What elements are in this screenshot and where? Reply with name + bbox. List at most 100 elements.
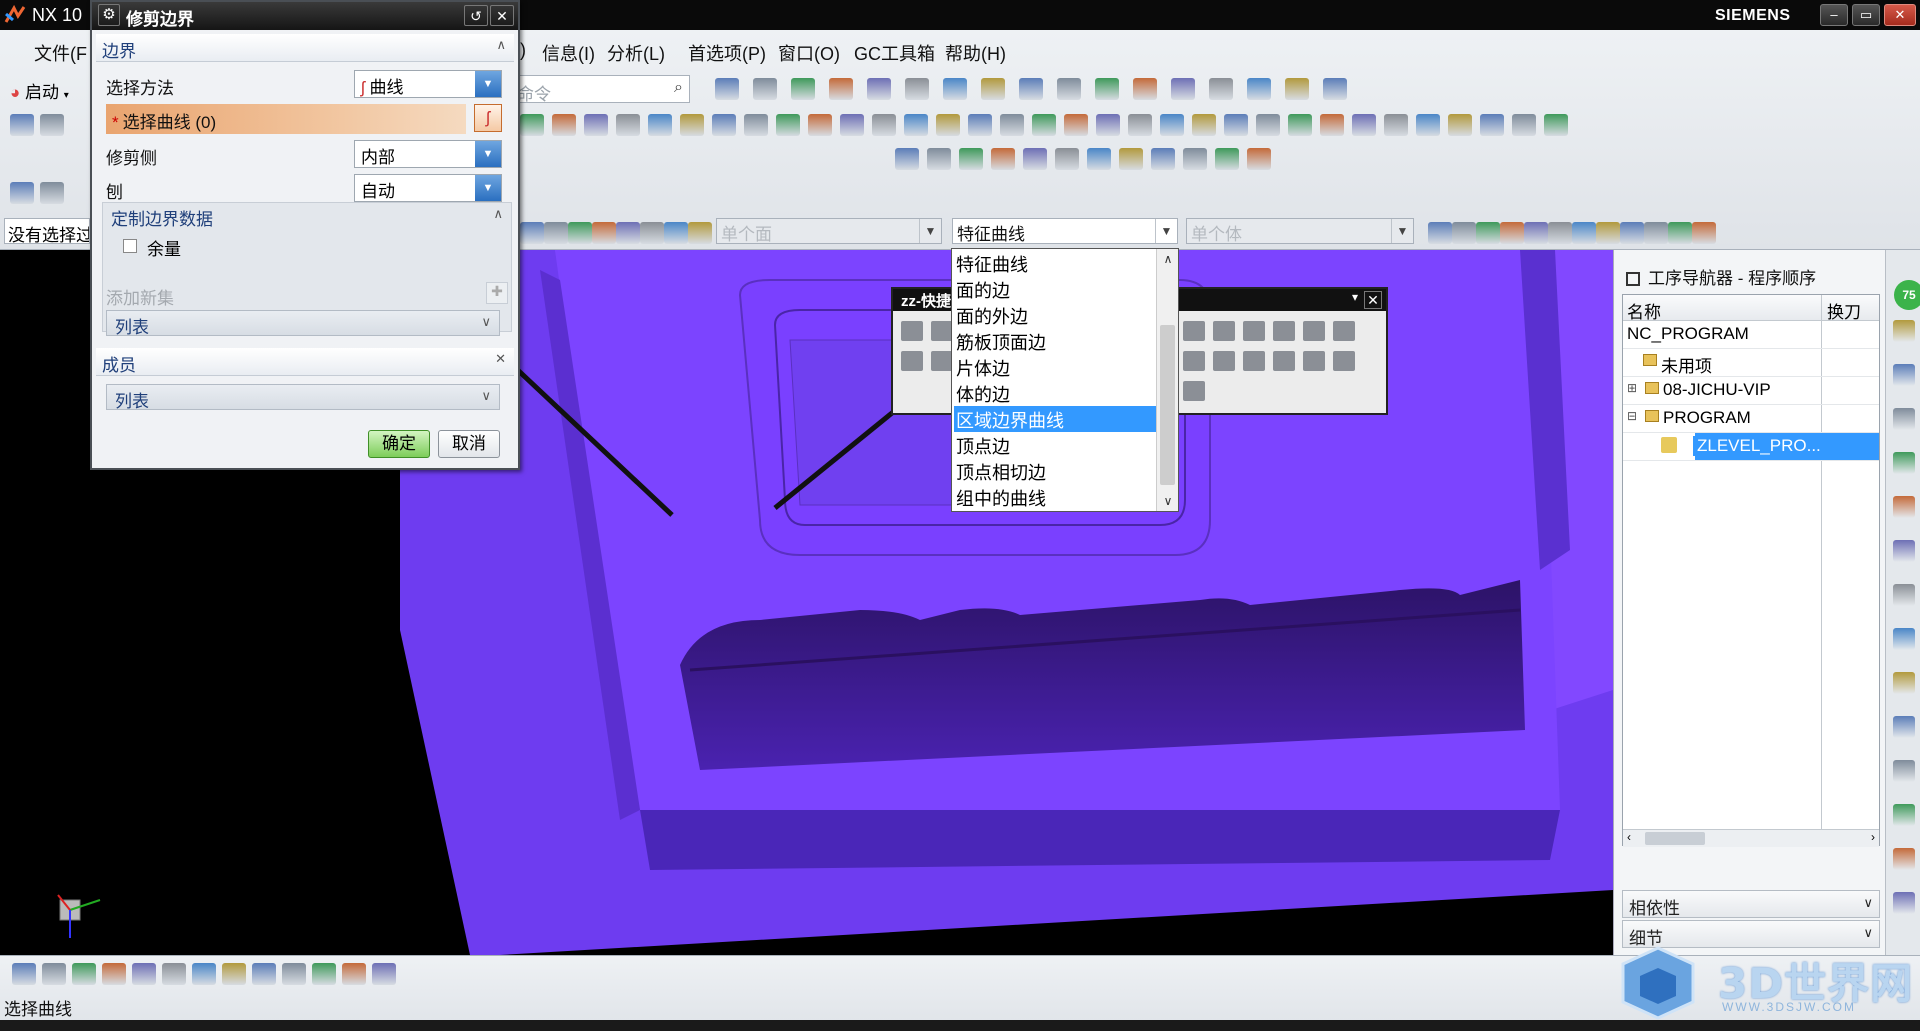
quick-pick-icon[interactable] xyxy=(901,351,923,371)
curve-rule-dropdown-list[interactable]: 特征曲线 面的边 面的外边 筋板顶面边 片体边 体的边 区域边界曲线 顶点边 顶点相切边 组中的曲… xyxy=(951,248,1179,512)
quick-pick-icon[interactable] xyxy=(901,321,923,341)
resource-bar-icon[interactable] xyxy=(1893,364,1915,386)
toolbar-tool-icon[interactable] xyxy=(753,78,777,100)
toolbar-tool-icon[interactable] xyxy=(1448,114,1472,136)
toolbar-tool-icon[interactable] xyxy=(1151,148,1175,170)
resource-bar-icon[interactable] xyxy=(1893,760,1915,782)
toolbar-tool-icon[interactable] xyxy=(1512,114,1536,136)
toolbar-tool-icon[interactable] xyxy=(1000,114,1024,136)
toolbar-tool-icon[interactable] xyxy=(10,182,34,204)
toolbar-tool-icon[interactable] xyxy=(872,114,896,136)
col-name-header[interactable]: 名称 xyxy=(1627,298,1661,323)
quick-pick-icon[interactable] xyxy=(1333,351,1355,371)
curve-rule-option[interactable]: 区域边界曲线 xyxy=(954,406,1156,432)
toolbar-tool-icon[interactable] xyxy=(680,114,704,136)
menu-preferences[interactable]: 首选项(P) xyxy=(688,40,766,66)
bottom-toolbar-icon[interactable] xyxy=(162,963,186,985)
resource-bar-icon[interactable] xyxy=(1893,892,1915,914)
selection-tool-icon[interactable] xyxy=(1620,222,1644,244)
toolbar-tool-icon[interactable] xyxy=(991,148,1015,170)
quick-pick-icon[interactable] xyxy=(1243,321,1265,341)
toolbar-tool-icon[interactable] xyxy=(905,78,929,100)
toolbar-tool-icon[interactable] xyxy=(1032,114,1056,136)
bottom-toolbar-icon[interactable] xyxy=(312,963,336,985)
curve-rule-option[interactable]: 顶点边 xyxy=(954,432,1156,458)
selection-tool-icon[interactable] xyxy=(1476,222,1500,244)
toolbar-tool-icon[interactable] xyxy=(715,78,739,100)
toolbar-tool-icon[interactable] xyxy=(1384,114,1408,136)
toolbar-tool-icon[interactable] xyxy=(1087,148,1111,170)
toolbar-tool-icon[interactable] xyxy=(40,114,64,136)
selection-tool-icon[interactable] xyxy=(1548,222,1572,244)
bottom-toolbar-icon[interactable] xyxy=(192,963,216,985)
quick-pick-icon[interactable] xyxy=(931,351,953,371)
toolbar-tool-icon[interactable] xyxy=(829,78,853,100)
dropdown-scrollbar[interactable]: ∧ ∨ xyxy=(1156,249,1178,511)
selection-tool-icon[interactable] xyxy=(616,222,640,244)
resource-bar-icon[interactable] xyxy=(1893,452,1915,474)
toolbar-tool-icon[interactable] xyxy=(1133,78,1157,100)
toolbar-tool-icon[interactable] xyxy=(1544,114,1568,136)
face-rule-combo[interactable]: 单个面 ▼ xyxy=(716,218,942,244)
select-curve-row[interactable]: * 选择曲线 (0) xyxy=(106,104,466,134)
menu-window[interactable]: 窗口(O) xyxy=(778,40,840,66)
selection-tool-icon[interactable] xyxy=(568,222,592,244)
toolbar-tool-icon[interactable] xyxy=(927,148,951,170)
quick-pick-icon[interactable] xyxy=(1183,321,1205,341)
selection-tool-icon[interactable] xyxy=(1596,222,1620,244)
tree-row-nc-program[interactable]: NC_PROGRAM xyxy=(1623,321,1879,349)
custom-boundary-header[interactable]: 定制边界数据 ∧ xyxy=(103,203,511,229)
stock-checkbox[interactable] xyxy=(123,239,137,253)
toolbar-tool-icon[interactable] xyxy=(959,148,983,170)
curve-rule-combo[interactable]: 特征曲线 ▼ xyxy=(952,218,1178,244)
ok-button[interactable]: 确定 xyxy=(368,430,430,458)
selection-filter-combo[interactable]: 没有选择过滤器 xyxy=(4,218,90,244)
toolbar-tool-icon[interactable] xyxy=(936,114,960,136)
toolbar-tool-icon[interactable] xyxy=(1023,148,1047,170)
curve-rule-option[interactable]: 筋板顶面边 xyxy=(954,328,1156,354)
quick-pick-icon[interactable] xyxy=(1273,351,1295,371)
plane-combo[interactable]: 自动 ▼ xyxy=(354,174,502,202)
toolbar-tool-icon[interactable] xyxy=(1247,148,1271,170)
add-set-icon[interactable]: ✚ xyxy=(486,282,508,304)
toolbar-tool-icon[interactable] xyxy=(1224,114,1248,136)
toolbar-tool-icon[interactable] xyxy=(1285,78,1309,100)
bottom-toolbar-icon[interactable] xyxy=(12,963,36,985)
toolbar-tool-icon[interactable] xyxy=(1416,114,1440,136)
selection-tool-icon[interactable] xyxy=(592,222,616,244)
toolbar-tool-icon[interactable] xyxy=(808,114,832,136)
toolbar-tool-icon[interactable] xyxy=(1171,78,1195,100)
selection-tool-icon[interactable] xyxy=(1452,222,1476,244)
selection-tool-icon[interactable] xyxy=(520,222,544,244)
toolbar-tool-icon[interactable] xyxy=(1183,148,1207,170)
command-search-input[interactable]: 命令 ⌕ xyxy=(510,75,690,104)
scroll-thumb[interactable] xyxy=(1645,832,1705,845)
restore-button[interactable]: ▭ xyxy=(1852,4,1880,26)
resource-bar-icon[interactable] xyxy=(1893,408,1915,430)
resource-bar-icon[interactable] xyxy=(1893,804,1915,826)
toolbar-tool-icon[interactable] xyxy=(712,114,736,136)
resource-bar-icon[interactable] xyxy=(1893,716,1915,738)
gear-icon[interactable]: ⚙ xyxy=(98,4,120,26)
quick-pick-icon[interactable] xyxy=(1243,351,1265,371)
toolbar-tool-icon[interactable] xyxy=(744,114,768,136)
quick-pick-icon[interactable] xyxy=(1213,321,1235,341)
toolbar-tool-icon[interactable] xyxy=(1055,148,1079,170)
toolbar-tool-icon[interactable] xyxy=(1128,114,1152,136)
toolbar-tool-icon[interactable] xyxy=(520,114,544,136)
selection-tool-icon[interactable] xyxy=(1644,222,1668,244)
minimize-button[interactable]: – xyxy=(1820,4,1848,26)
toolbar-tool-icon[interactable] xyxy=(1256,114,1280,136)
toolbar-tool-icon[interactable] xyxy=(1323,78,1347,100)
selection-tool-icon[interactable] xyxy=(688,222,712,244)
bottom-toolbar-icon[interactable] xyxy=(72,963,96,985)
bottom-toolbar-icon[interactable] xyxy=(252,963,276,985)
selection-tool-icon[interactable] xyxy=(1500,222,1524,244)
resource-bar-icon[interactable] xyxy=(1893,628,1915,650)
group-members-header[interactable]: 成员 ✕ xyxy=(96,348,514,376)
selection-tool-icon[interactable] xyxy=(664,222,688,244)
resource-bar-icon[interactable] xyxy=(1893,496,1915,518)
toolbar-tool-icon[interactable] xyxy=(1352,114,1376,136)
toolbar-tool-icon[interactable] xyxy=(1096,114,1120,136)
notification-badge[interactable]: 75 xyxy=(1894,280,1920,310)
